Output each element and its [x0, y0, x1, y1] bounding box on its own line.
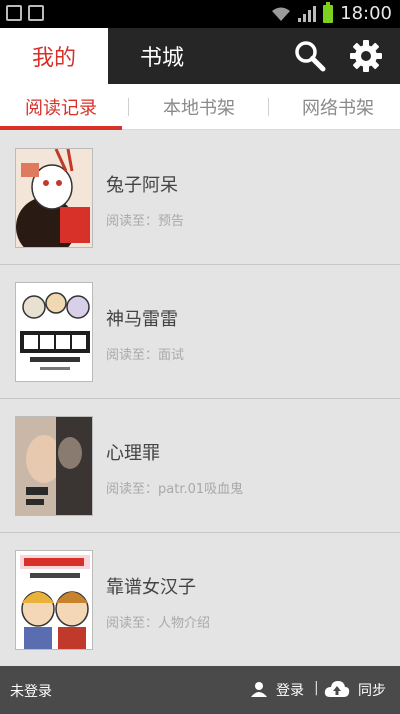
- top-nav: 我的 书城: [0, 28, 400, 84]
- user-icon[interactable]: [251, 681, 267, 697]
- list-item[interactable]: 靠谱女汉子 阅读至：人物介绍: [0, 533, 400, 667]
- reading-progress: 阅读至：人物介绍: [106, 616, 211, 631]
- status-bar: 18:00: [0, 0, 400, 28]
- tab-online-shelf[interactable]: 网络书架: [276, 84, 400, 130]
- tab-bookstore[interactable]: 书城: [108, 28, 216, 84]
- login-button[interactable]: 登录: [276, 680, 304, 700]
- search-icon[interactable]: [293, 39, 327, 73]
- list-item[interactable]: 神马雷雷 阅读至：面试: [0, 265, 400, 399]
- book-cover: [15, 550, 93, 650]
- reading-history-list: 兔子阿呆 阅读至：预告 神马雷雷 阅读至：面试 心理罪 阅读至：patr.01吸…: [0, 131, 400, 667]
- separator: |: [314, 680, 319, 696]
- cloud-sync-icon[interactable]: [324, 680, 350, 698]
- book-title: 靠谱女汉子: [106, 577, 196, 598]
- image-notification-icon: [28, 5, 44, 21]
- book-cover: [15, 416, 93, 516]
- active-tab-indicator: [0, 126, 122, 130]
- tab-local-shelf[interactable]: 本地书架: [132, 84, 266, 130]
- wifi-icon: [271, 6, 291, 22]
- book-cover: [15, 282, 93, 382]
- sync-button[interactable]: 同步: [358, 680, 386, 700]
- reading-progress: 阅读至：面试: [106, 348, 185, 363]
- bottom-bar: 未登录 登录 | 同步: [0, 666, 400, 714]
- list-item[interactable]: 心理罪 阅读至：patr.01吸血鬼: [0, 399, 400, 533]
- reading-progress: 阅读至：patr.01吸血鬼: [106, 482, 244, 497]
- tab-divider: [268, 98, 269, 116]
- reading-progress: 阅读至：预告: [106, 214, 185, 229]
- clock: 18:00: [340, 3, 392, 24]
- tab-divider: [128, 98, 129, 116]
- book-title: 神马雷雷: [106, 309, 178, 330]
- tab-mine[interactable]: 我的: [0, 28, 108, 84]
- list-item[interactable]: 兔子阿呆 阅读至：预告: [0, 131, 400, 265]
- book-cover: [15, 148, 93, 248]
- tab-reading-history[interactable]: 阅读记录: [0, 84, 122, 130]
- battery-icon: [323, 1, 334, 23]
- book-title: 心理罪: [106, 443, 160, 464]
- sub-tabs: 阅读记录 本地书架 网络书架: [0, 84, 400, 130]
- login-status: 未登录: [10, 684, 52, 700]
- notification-icon: [6, 5, 22, 21]
- notification-icons: [6, 5, 44, 21]
- signal-icon: [298, 5, 317, 22]
- book-title: 兔子阿呆: [106, 175, 178, 196]
- gear-icon[interactable]: [348, 38, 384, 74]
